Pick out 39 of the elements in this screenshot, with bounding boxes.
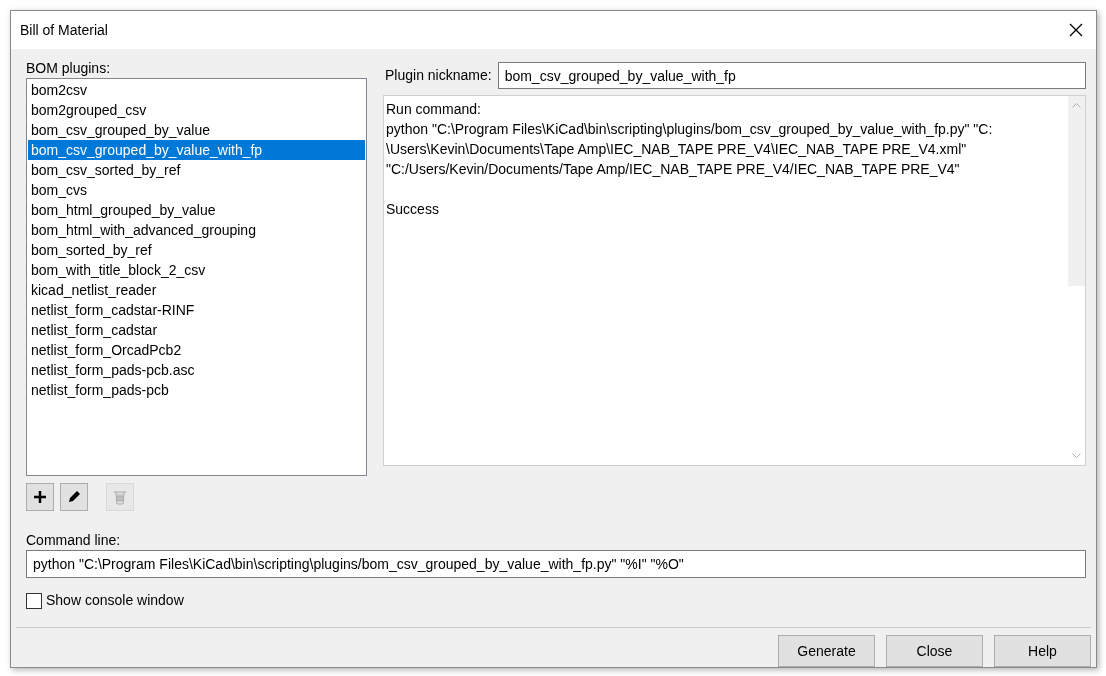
plugin-list-item[interactable]: bom_cvs [28,180,365,200]
command-line-field[interactable]: python "C:\Program Files\KiCad\bin\scripting\plugins/bom_csv_grouped_by_value_with_fp.py" "%I" "%O" [26,550,1086,578]
dialog-button[interactable]: Close [886,635,983,667]
plugin-list-item[interactable]: netlist_form_OrcadPcb2 [28,340,365,360]
plugin-list-item[interactable]: bom2csv [28,80,365,100]
plugin-list-item[interactable]: bom_csv_grouped_by_value [28,120,365,140]
output-line: Run command: [386,100,482,119]
plugin-list-item[interactable]: kicad_netlist_reader [28,280,365,300]
plugin-list-item[interactable]: bom_with_title_block_2_csv [28,260,365,280]
pencil-icon [66,489,82,505]
plugin-list-item[interactable]: bom2grouped_csv [28,100,365,120]
add-button[interactable] [26,483,54,511]
nickname-label: Plugin nickname: [385,66,492,85]
output-text-area[interactable] [383,95,1086,466]
plugin-list[interactable] [26,78,367,476]
plugin-list-item[interactable]: bom_csv_grouped_by_value_with_fp [28,140,365,160]
trash-icon [113,489,127,505]
plugin-list-item[interactable]: bom_html_grouped_by_value [28,200,365,220]
output-line: "C:/Users/Kevin/Documents/Tape Amp/IEC_NAB_TAPE PRE_V4/IEC_NAB_TAPE PRE_V4" [386,160,961,179]
checkbox-label: Show console window [46,591,184,610]
plugin-list-item[interactable]: netlist_form_cadstar-RINF [28,300,365,320]
output-line: python "C:\Program Files\KiCad\bin\scripting\plugins/bom_csv_grouped_by_value_with_fp.py" "C: [386,120,994,139]
edit-button[interactable] [60,483,88,511]
plugins-label: BOM plugins: [26,59,112,77]
window-title: Bill of Material [20,20,108,40]
plugin-list-item[interactable]: netlist_form_cadstar [28,320,365,340]
checkbox[interactable] [26,592,42,609]
command-line-label: Command line: [26,531,122,549]
output-line: Success [386,200,440,219]
plugin-list-item[interactable]: bom_sorted_by_ref [28,240,365,260]
output-line: \Users\Kevin\Documents\Tape Amp\IEC_NAB_TAPE PRE_V4\IEC_NAB_TAPE PRE_V4.xml" [386,140,968,159]
plugin-list-item[interactable]: bom_html_with_advanced_grouping [28,220,365,240]
plugin-list-item[interactable]: netlist_form_pads-pcb.asc [28,360,365,380]
plugin-list-item[interactable]: bom_csv_sorted_by_ref [28,160,365,180]
plugin-list-item[interactable]: netlist_form_pads-pcb [28,380,365,400]
dialog-button[interactable]: Help [994,635,1091,667]
nickname-field[interactable]: bom_csv_grouped_by_value_with_fp [497,62,1086,89]
dialog-button[interactable]: Generate [778,635,875,667]
plus-icon [32,489,48,505]
